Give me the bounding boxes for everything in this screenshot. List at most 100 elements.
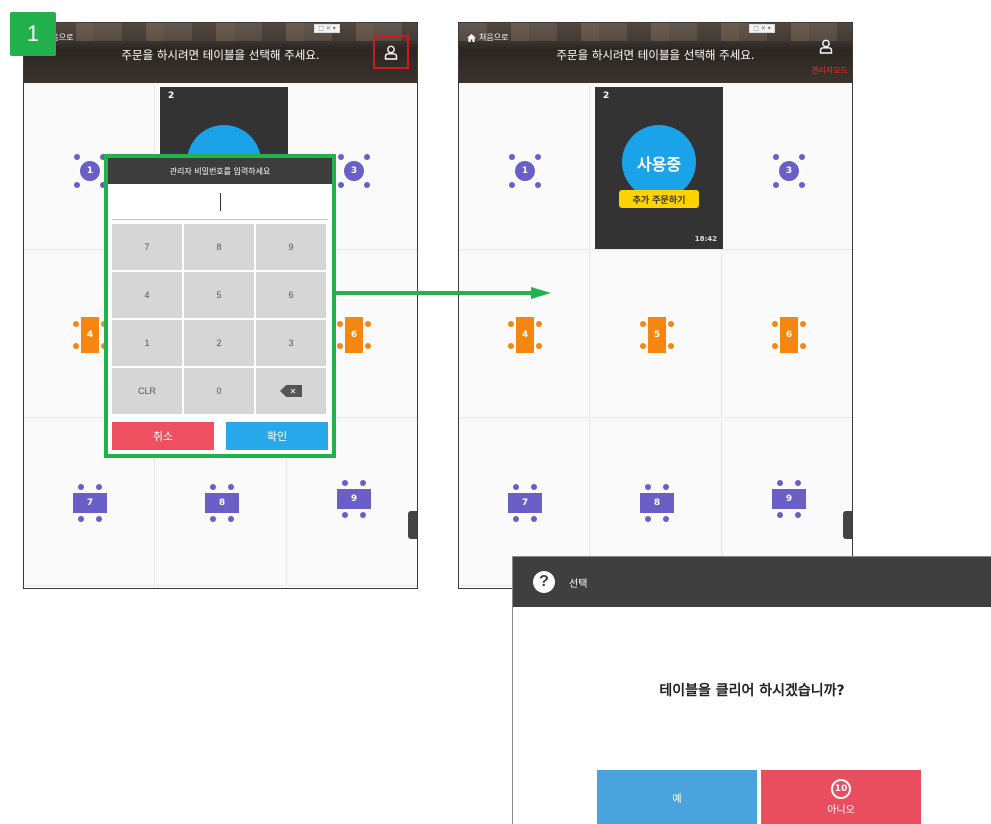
home-label: 처음으로 <box>479 33 509 42</box>
admin-mode-button[interactable] <box>808 39 844 58</box>
numeric-keypad: 7 8 9 4 5 6 1 2 3 CLR 0 ✕ <box>112 224 328 414</box>
rect-table-9[interactable]: 9 <box>769 479 809 519</box>
rect-table-7[interactable]: 7 <box>70 483 110 523</box>
table-cell[interactable]: 3 <box>723 85 852 250</box>
chair-icon <box>513 484 519 490</box>
dialog-title: 관리자 비밀번호를 입력하세요 <box>108 158 332 184</box>
question-icon: ? <box>533 571 555 593</box>
chair-icon <box>531 484 537 490</box>
arrow-right-icon <box>335 287 551 299</box>
chair-icon <box>210 484 216 490</box>
chair-icon <box>799 154 805 160</box>
clear-table-confirm-dialog: ? 선택 테이블을 클리어 하시겠습니까? 예 10 아니오 <box>512 556 991 824</box>
countdown-timer: 10 <box>831 779 851 799</box>
rect-table-5[interactable]: 5 <box>637 315 677 355</box>
table-number: 3 <box>777 159 801 183</box>
key-1[interactable]: 1 <box>112 320 182 366</box>
rect-table-6[interactable]: 6 <box>769 315 809 355</box>
chair-icon <box>663 516 669 522</box>
chair-icon <box>228 484 234 490</box>
rect-table-9[interactable]: 9 <box>334 479 374 519</box>
key-6[interactable]: 6 <box>256 272 326 318</box>
occupied-time: 18:42 <box>694 235 717 243</box>
table-number: 9 <box>337 489 371 509</box>
occupied-table-2[interactable]: 2 사용중 추가 주문하기 18:42 <box>595 87 723 249</box>
key-5[interactable]: 5 <box>184 272 254 318</box>
round-table-1[interactable]: 1 <box>505 153 545 189</box>
admin-login-button[interactable] <box>373 35 409 69</box>
chair-icon <box>364 154 370 160</box>
chair-icon <box>795 480 801 486</box>
key-2[interactable]: 2 <box>184 320 254 366</box>
chair-icon <box>78 484 84 490</box>
add-order-button[interactable]: 추가 주문하기 <box>619 190 699 208</box>
round-table-3[interactable]: 3 <box>334 153 374 189</box>
rect-table-6[interactable]: 6 <box>334 315 374 355</box>
chair-icon <box>338 154 344 160</box>
admin-mode-label: 관리자모드 <box>811 66 848 75</box>
table-number: 2 <box>603 91 610 101</box>
chair-icon <box>773 182 779 188</box>
chair-icon <box>78 516 84 522</box>
no-button-label: 아니오 <box>827 805 855 816</box>
password-input[interactable] <box>112 184 328 220</box>
no-button[interactable]: 10 아니오 <box>761 770 921 824</box>
confirm-button[interactable]: 확인 <box>226 422 328 450</box>
chair-icon <box>365 343 371 349</box>
cancel-button[interactable]: 취소 <box>112 422 214 450</box>
chair-icon <box>772 321 778 327</box>
page-title: 주문을 하시려면 테이블을 선택해 주세요. <box>121 48 320 62</box>
chair-icon <box>777 512 783 518</box>
chair-icon <box>535 182 541 188</box>
rect-table-4[interactable]: 4 <box>505 315 545 355</box>
text-cursor <box>219 192 221 211</box>
window-controls[interactable]: □ ✕ ▾ <box>749 24 775 33</box>
chair-icon <box>342 480 348 486</box>
chair-icon <box>536 321 542 327</box>
home-link[interactable]: 처음으로 <box>467 32 508 43</box>
key-0[interactable]: 0 <box>184 368 254 414</box>
table-number: 1 <box>78 159 102 183</box>
chair-icon <box>645 516 651 522</box>
table-cell[interactable]: 4 <box>459 253 590 418</box>
chair-icon <box>210 516 216 522</box>
chair-icon <box>640 321 646 327</box>
admin-password-dialog: 관리자 비밀번호를 입력하세요 7 8 9 4 5 6 1 2 3 CLR 0 … <box>104 154 336 458</box>
key-7[interactable]: 7 <box>112 224 182 270</box>
key-8[interactable]: 8 <box>184 224 254 270</box>
chair-icon <box>508 321 514 327</box>
chair-icon <box>73 321 79 327</box>
table-number: 7 <box>73 493 107 513</box>
chair-icon <box>640 343 646 349</box>
round-table-3[interactable]: 3 <box>769 153 809 189</box>
table-cell[interactable]: 6 <box>723 253 852 418</box>
chair-icon <box>74 182 80 188</box>
chair-icon <box>360 512 366 518</box>
window-controls[interactable]: □ ✕ ▾ <box>314 24 340 33</box>
chair-icon <box>360 480 366 486</box>
table-cell[interactable]: 5 <box>591 253 722 418</box>
rect-table-8[interactable]: 8 <box>637 483 677 523</box>
occupied-status-label: 사용중 <box>636 155 682 174</box>
chair-icon <box>337 321 343 327</box>
dialog-title: 선택 <box>569 578 588 590</box>
key-3[interactable]: 3 <box>256 320 326 366</box>
table-number: 4 <box>516 317 534 353</box>
rect-table-8[interactable]: 8 <box>202 483 242 523</box>
table-number: 8 <box>205 493 239 513</box>
key-9[interactable]: 9 <box>256 224 326 270</box>
side-tab-handle[interactable] <box>408 511 417 539</box>
yes-button[interactable]: 예 <box>597 770 757 824</box>
side-tab-handle[interactable] <box>843 511 852 539</box>
occupied-status-circle: 사용중 <box>622 125 696 199</box>
table-number: 9 <box>772 489 806 509</box>
chair-icon <box>536 343 542 349</box>
backspace-button[interactable]: ✕ <box>256 368 326 414</box>
page-title: 주문을 하시려면 테이블을 선택해 주세요. <box>556 48 755 62</box>
rect-table-7[interactable]: 7 <box>505 483 545 523</box>
chair-icon <box>96 484 102 490</box>
table-cell[interactable]: 1 <box>459 85 590 250</box>
key-4[interactable]: 4 <box>112 272 182 318</box>
key-clear[interactable]: CLR <box>112 368 182 414</box>
chair-icon <box>513 516 519 522</box>
